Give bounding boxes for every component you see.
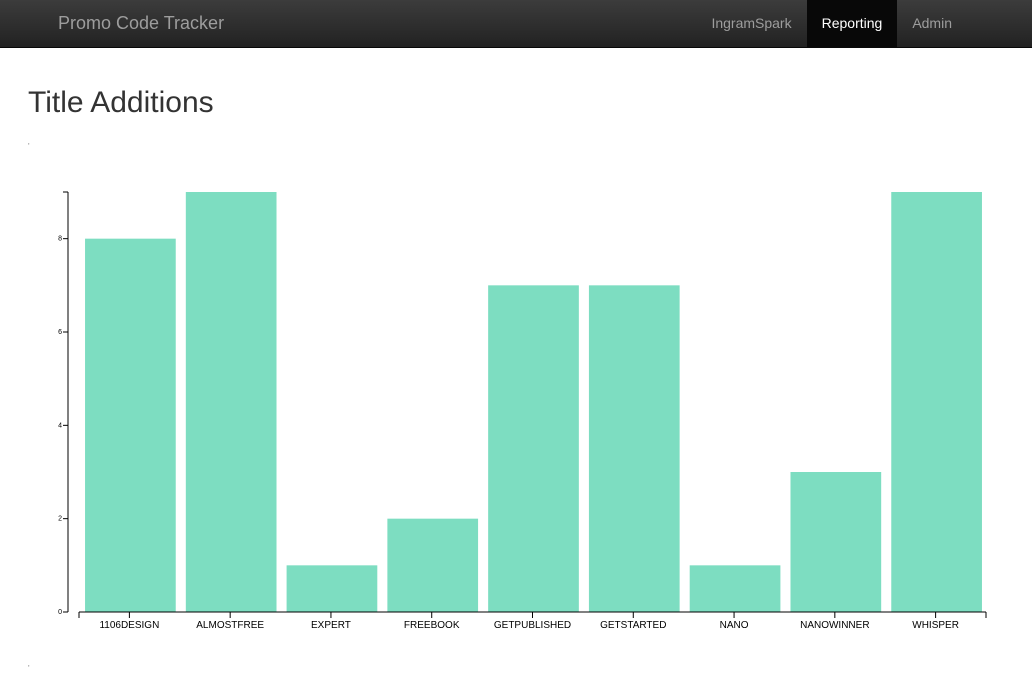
chart-bar (185, 192, 277, 612)
chart-bar (891, 192, 982, 612)
y-tick-label: 0 (58, 609, 62, 616)
nav-menu: IngramSpark Reporting Admin (696, 0, 1032, 47)
nav-item-ingramspark[interactable]: IngramSpark (696, 0, 806, 47)
chart-bar (790, 472, 882, 612)
x-tick-label: GETSTARTED (600, 620, 666, 631)
y-tick-label: 4 (58, 422, 62, 429)
separator-mark: , (28, 140, 30, 146)
bar-chart: 0 2 4 6 8 1106DESIGN ALMOSTFREE EXPERT FREEBOOK G… (58, 191, 987, 631)
x-tick-label: NANO (720, 620, 749, 631)
y-tick-label: 8 (58, 236, 62, 243)
chart-bar (85, 238, 176, 612)
page-title: Title Additions (28, 86, 214, 119)
nav-item-admin[interactable]: Admin (897, 0, 967, 47)
separator-mark-bottom: , (28, 662, 30, 668)
x-tick-label: ALMOSTFREE (196, 620, 264, 631)
x-tick-label: 1106DESIGN (99, 620, 159, 631)
chart-bar (588, 285, 680, 612)
y-tick-label: 2 (58, 516, 62, 523)
x-tick-label: NANOWINNER (800, 620, 869, 631)
x-tick-label: EXPERT (311, 620, 351, 631)
chart-bar (689, 565, 781, 612)
x-tick-label: WHISPER (912, 620, 959, 631)
chart-bar (488, 285, 579, 612)
nav-item-reporting[interactable]: Reporting (806, 0, 898, 47)
brand-link[interactable]: Promo Code Tracker (58, 0, 224, 47)
navbar: Promo Code Tracker IngramSpark Reporting… (0, 0, 1032, 48)
y-tick-label: 6 (58, 329, 62, 336)
x-tick-label: GETPUBLISHED (494, 620, 571, 631)
x-tick-label: FREEBOOK (404, 620, 460, 631)
chart-bar (387, 518, 479, 612)
chart-bar (286, 565, 378, 612)
